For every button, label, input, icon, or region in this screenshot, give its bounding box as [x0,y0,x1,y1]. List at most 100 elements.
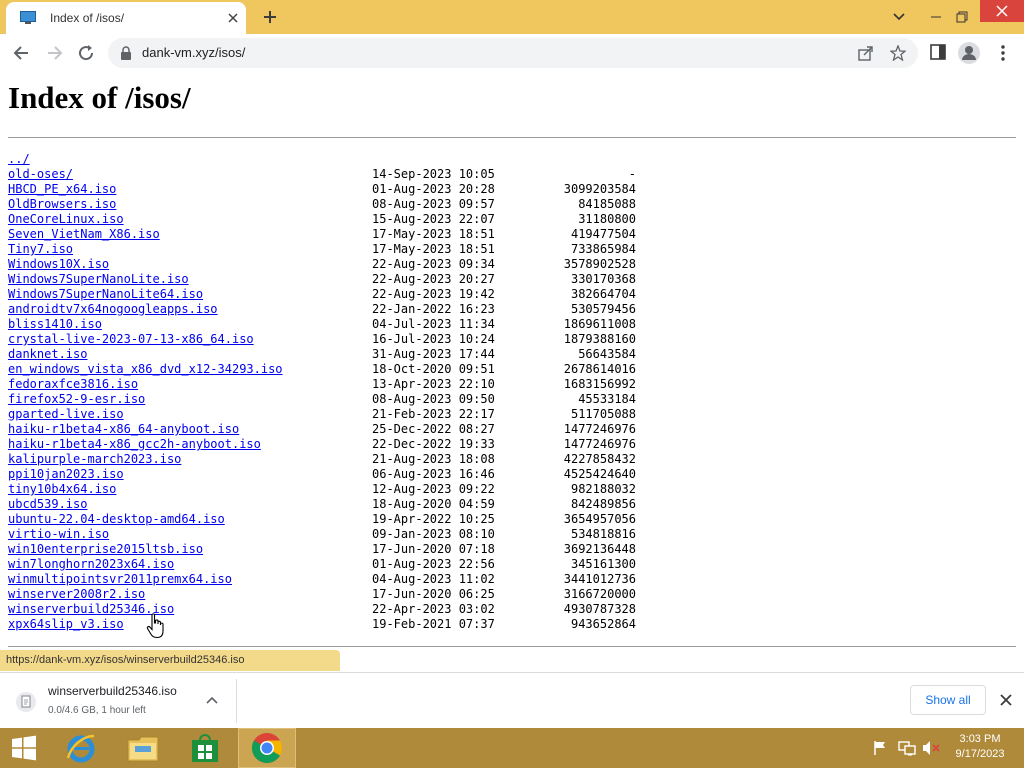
file-link[interactable]: ubcd539.iso [8,497,87,512]
favicon-icon [20,11,36,24]
file-date: 22-Apr-2023 03:02 [372,602,495,616]
taskbar-file-explorer[interactable] [114,728,172,768]
file-date: 22-Jan-2022 16:23 [372,302,495,316]
file-link[interactable]: Windows7SuperNanoLite.iso [8,272,189,287]
star-icon[interactable] [890,45,906,61]
file-link[interactable]: ubuntu-22.04-desktop-amd64.iso [8,512,225,527]
file-link[interactable]: firefox52-9-esr.iso [8,392,145,407]
file-size: 3654957056 [563,512,636,526]
file-date: 15-Aug-2023 22:07 [372,212,495,226]
file-link[interactable]: tiny10b4x64.iso [8,482,116,497]
divider [8,137,1016,138]
file-link[interactable]: Tiny7.iso [8,242,73,257]
file-link[interactable]: Windows10X.iso [8,257,109,272]
file-date: 04-Jul-2023 11:34 [372,317,495,331]
file-date: 19-Apr-2022 10:25 [372,512,495,526]
file-date: 19-Feb-2021 07:37 [372,617,495,631]
file-size: - [628,167,636,181]
file-link[interactable]: fedoraxfce3816.iso [8,377,138,392]
file-date: 08-Aug-2023 09:57 [372,197,495,211]
file-link[interactable]: virtio-win.iso [8,527,109,542]
file-date: 06-Aug-2023 16:46 [372,467,495,481]
file-date: 04-Aug-2023 11:02 [372,572,495,586]
volume-muted-icon[interactable] [922,740,940,756]
file-link[interactable]: OldBrowsers.iso [8,197,116,212]
file-link[interactable]: ppi10jan2023.iso [8,467,124,482]
file-link[interactable]: xpx64slip_v3.iso [8,617,124,632]
taskbar-clock[interactable]: 3:03 PM 9/17/2023 [948,732,1012,762]
file-link[interactable]: Seven_VietNam_X86.iso [8,227,160,242]
file-link[interactable]: HBCD_PE_x64.iso [8,182,116,197]
download-item[interactable]: winserverbuild25346.iso 0.0/4.6 GB, 1 ho… [8,679,237,723]
close-icon[interactable] [998,692,1014,708]
chevron-up-icon[interactable] [206,695,218,707]
file-link[interactable]: haiku-r1beta4-x86_64-anyboot.iso [8,422,239,437]
file-link[interactable]: danknet.iso [8,347,87,362]
file-size: 3099203584 [563,182,636,196]
close-window-button[interactable] [980,0,1024,22]
menu-icon[interactable] [996,43,1010,63]
file-link[interactable]: gparted-live.iso [8,407,124,422]
start-button[interactable] [0,728,48,768]
ie-icon [66,734,95,763]
flag-icon[interactable] [872,740,888,756]
reload-icon[interactable] [76,43,96,63]
file-date: 18-Aug-2020 04:59 [372,497,495,511]
address-bar[interactable]: dank-vm.xyz/isos/ [108,38,918,68]
side-panel-icon[interactable] [930,44,946,60]
taskbar-chrome[interactable] [238,728,296,768]
forward-icon[interactable] [44,43,64,63]
file-date: 12-Aug-2023 09:22 [372,482,495,496]
url-text[interactable]: dank-vm.xyz/isos/ [142,45,245,60]
browser-toolbar: dank-vm.xyz/isos/ [0,34,1024,73]
file-link[interactable]: bliss1410.iso [8,317,102,332]
lock-icon[interactable] [120,46,132,60]
maximize-button[interactable] [953,6,971,28]
clock-date: 9/17/2023 [955,748,1005,760]
file-link[interactable]: old-oses/ [8,167,73,182]
file-link[interactable]: kalipurple-march2023.iso [8,452,181,467]
page-content: Index of /isos/ ../ old-oses/14-Sep-2023… [0,72,1024,676]
file-size: 982188032 [570,482,636,496]
file-size: 534818816 [570,527,636,541]
file-link[interactable]: win7longhorn2023x64.iso [8,557,174,572]
file-link[interactable]: Windows7SuperNanoLite64.iso [8,287,203,302]
file-size: 2678614016 [563,362,636,376]
plus-icon[interactable] [262,9,278,25]
minimize-icon [931,16,941,18]
profile-icon[interactable] [958,42,980,64]
file-date: 14-Sep-2023 10:05 [372,167,495,181]
file-link[interactable]: winserver2008r2.iso [8,587,145,602]
file-link[interactable]: winmultipointsvr2011premx64.iso [8,572,232,587]
file-link[interactable]: androidtv7x64nogoogleapps.iso [8,302,218,317]
browser-tab[interactable]: Index of /isos/ [6,2,246,34]
file-date: 22-Aug-2023 19:42 [372,287,495,301]
back-icon[interactable] [12,43,32,63]
file-date: 17-May-2023 18:51 [372,227,495,241]
tab-search-button[interactable] [888,6,910,28]
file-size: 530579456 [570,302,636,316]
file-link[interactable]: crystal-live-2023-07-13-x86_64.iso [8,332,254,347]
network-icon[interactable] [898,740,916,756]
file-size: 3692136448 [563,542,636,556]
file-link[interactable]: win10enterprise2015ltsb.iso [8,542,203,557]
file-size: 4227858432 [563,452,636,466]
tab-strip: Index of /isos/ [0,0,1024,34]
taskbar-store[interactable] [176,728,234,768]
close-icon[interactable] [226,11,240,25]
show-all-button[interactable]: Show all [910,685,986,715]
parent-directory-link[interactable]: ../ [8,152,30,167]
minimize-button[interactable] [928,6,944,28]
clock-time: 3:03 PM [959,733,1001,745]
file-link[interactable]: en_windows_vista_x86_dvd_x12-34293.iso [8,362,283,377]
file-size: 1869611008 [563,317,636,331]
share-icon[interactable] [858,45,874,61]
file-link[interactable]: haiku-r1beta4-x86_gcc2h-anyboot.iso [8,437,261,452]
file-size: 4525424640 [563,467,636,481]
file-explorer-icon [127,736,159,762]
file-link[interactable]: OneCoreLinux.iso [8,212,124,227]
file-size: 84185088 [578,197,636,211]
taskbar-internet-explorer[interactable] [52,728,110,768]
file-date: 25-Dec-2022 08:27 [372,422,495,436]
download-status: 0.0/4.6 GB, 1 hour left [48,705,146,716]
